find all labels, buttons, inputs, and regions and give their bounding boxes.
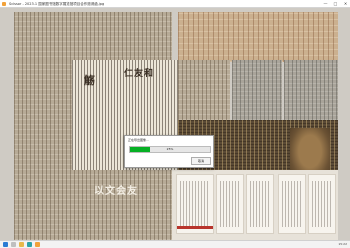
windows-icon[interactable] bbox=[3, 242, 8, 247]
edge-browser-icon[interactable] bbox=[27, 242, 32, 247]
calligraphy-character-side: 觞 bbox=[84, 74, 95, 87]
progress-bar: 25% bbox=[129, 146, 211, 153]
taskbar: 15:22 bbox=[0, 240, 350, 248]
window-controls: — □ ✕ bbox=[323, 1, 348, 6]
cancel-button[interactable]: 取消 bbox=[191, 157, 211, 165]
search-icon[interactable] bbox=[11, 242, 16, 247]
movable-type-panel-top-right bbox=[178, 12, 338, 62]
calligraphy-characters-top: 仁友和 bbox=[124, 69, 155, 79]
movable-type-panel-mid-left bbox=[14, 60, 72, 170]
app-icon[interactable] bbox=[35, 242, 40, 247]
app-icon bbox=[2, 1, 6, 6]
movable-type-panel-mid-right-a bbox=[232, 60, 282, 120]
carved-characters: 以文会友 bbox=[94, 186, 138, 197]
movable-type-panel-mid-center bbox=[178, 60, 230, 120]
maximize-button[interactable]: □ bbox=[333, 1, 338, 6]
movable-type-panel-top-left bbox=[14, 12, 172, 62]
window-title: Scissor - 2023.1 国家图书馆数字展览馆项目合作邀请函.jpg bbox=[9, 1, 105, 6]
export-progress-dialog: 正在导出图像... 25% 取消 bbox=[124, 135, 214, 168]
book-card-2 bbox=[216, 174, 244, 234]
taskbar-clock: 15:22 bbox=[338, 242, 347, 246]
close-button[interactable]: ✕ bbox=[343, 1, 348, 6]
book-card-4 bbox=[278, 174, 306, 234]
carved-stone-panel: 以文会友 bbox=[14, 170, 172, 240]
book-card-5 bbox=[308, 174, 336, 234]
book-card-3 bbox=[246, 174, 274, 234]
movable-type-panel-mid-right-b bbox=[284, 60, 338, 120]
file-explorer-icon[interactable] bbox=[19, 242, 24, 247]
title-bar: Scissor - 2023.1 国家图书馆数字展览馆项目合作邀请函.jpg —… bbox=[0, 0, 350, 8]
dialog-title: 正在导出图像... bbox=[128, 138, 149, 142]
book-card-1 bbox=[176, 174, 214, 234]
minimize-button[interactable]: — bbox=[323, 1, 328, 6]
image-canvas[interactable]: 仁友和 觞 以文会友 bbox=[0, 8, 350, 240]
progress-label: 25% bbox=[166, 147, 174, 151]
